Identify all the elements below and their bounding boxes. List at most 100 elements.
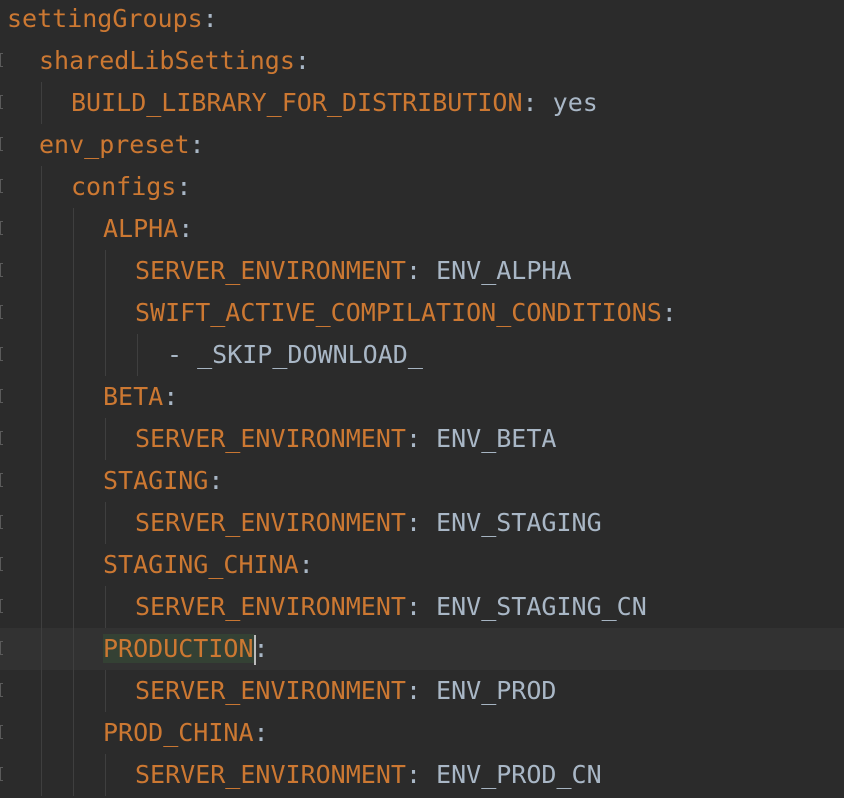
fold-marker-icon[interactable] bbox=[0, 95, 3, 109]
yaml-colon: : bbox=[405, 760, 421, 789]
code-text: STAGING: bbox=[103, 460, 223, 502]
fold-marker-icon[interactable] bbox=[0, 473, 3, 487]
fold-marker-icon[interactable] bbox=[0, 263, 3, 277]
yaml-colon: : bbox=[208, 466, 224, 495]
yaml-key: SERVER_ENVIRONMENT bbox=[135, 592, 406, 621]
indent-guide bbox=[41, 166, 42, 208]
indent-guide bbox=[105, 670, 106, 712]
fold-marker-icon[interactable] bbox=[0, 557, 3, 571]
code-line[interactable]: env_preset: bbox=[0, 124, 844, 166]
fold-marker-icon[interactable] bbox=[0, 599, 3, 613]
yaml-value: ENV_STAGING bbox=[421, 508, 602, 537]
fold-marker-icon[interactable] bbox=[0, 179, 3, 193]
code-line[interactable]: SERVER_ENVIRONMENT: ENV_BETA bbox=[0, 418, 844, 460]
code-text: SERVER_ENVIRONMENT: ENV_ALPHA bbox=[135, 250, 572, 292]
yaml-colon: : bbox=[298, 550, 314, 579]
yaml-key: SERVER_ENVIRONMENT bbox=[135, 508, 406, 537]
indent-guide bbox=[73, 460, 74, 502]
yaml-colon: : bbox=[405, 424, 421, 453]
code-text: PROD_CHINA: bbox=[103, 712, 269, 754]
yaml-colon: : bbox=[405, 592, 421, 621]
fold-marker-icon[interactable] bbox=[0, 725, 3, 739]
code-text: SERVER_ENVIRONMENT: ENV_BETA bbox=[135, 418, 556, 460]
indent-guide bbox=[73, 208, 74, 250]
code-text: BUILD_LIBRARY_FOR_DISTRIBUTION: yes bbox=[71, 82, 598, 124]
code-line[interactable]: configs: bbox=[0, 166, 844, 208]
yaml-value: yes bbox=[537, 88, 598, 117]
yaml-key: BUILD_LIBRARY_FOR_DISTRIBUTION bbox=[71, 88, 523, 117]
code-line[interactable]: BETA: bbox=[0, 376, 844, 418]
code-text: sharedLibSettings: bbox=[39, 40, 310, 82]
indent-guide bbox=[73, 628, 74, 670]
code-line[interactable]: STAGING_CHINA: bbox=[0, 544, 844, 586]
fold-marker-icon[interactable] bbox=[0, 389, 3, 403]
code-text: STAGING_CHINA: bbox=[103, 544, 314, 586]
yaml-colon: : bbox=[405, 676, 421, 705]
fold-marker-icon[interactable] bbox=[0, 641, 3, 655]
yaml-key: configs bbox=[71, 172, 177, 201]
code-line[interactable]: settingGroups: bbox=[0, 0, 844, 40]
indent-guide bbox=[73, 754, 74, 796]
fold-marker-icon[interactable] bbox=[0, 767, 3, 781]
code-line[interactable]: sharedLibSettings: bbox=[0, 40, 844, 82]
yaml-key: SERVER_ENVIRONMENT bbox=[135, 760, 406, 789]
code-text: SWIFT_ACTIVE_COMPILATION_CONDITIONS: bbox=[135, 292, 677, 334]
code-line[interactable]: SERVER_ENVIRONMENT: ENV_PROD bbox=[0, 670, 844, 712]
indent-guide bbox=[41, 544, 42, 586]
yaml-key: PROD_CHINA bbox=[103, 718, 254, 747]
indent-guide bbox=[41, 628, 42, 670]
indent-guide bbox=[105, 250, 106, 292]
yaml-colon: : bbox=[178, 214, 194, 243]
yaml-colon: : bbox=[253, 718, 269, 747]
code-text: SERVER_ENVIRONMENT: ENV_STAGING_CN bbox=[135, 586, 647, 628]
yaml-key: SERVER_ENVIRONMENT bbox=[135, 424, 406, 453]
fold-marker-icon[interactable] bbox=[0, 347, 3, 361]
code-line[interactable]: SWIFT_ACTIVE_COMPILATION_CONDITIONS: bbox=[0, 292, 844, 334]
code-line[interactable]: SERVER_ENVIRONMENT: ENV_STAGING bbox=[0, 502, 844, 544]
indent-guide bbox=[41, 208, 42, 250]
indent-guide bbox=[41, 502, 42, 544]
yaml-value: ENV_PROD bbox=[421, 676, 557, 705]
indent-guide bbox=[41, 670, 42, 712]
code-line[interactable]: SERVER_ENVIRONMENT: ENV_PROD_CN bbox=[0, 754, 844, 796]
code-line[interactable]: SERVER_ENVIRONMENT: ENV_STAGING_CN bbox=[0, 586, 844, 628]
yaml-colon: : bbox=[176, 172, 192, 201]
indent-guide bbox=[41, 712, 42, 754]
code-line[interactable]: PRODUCTION: bbox=[0, 628, 844, 670]
fold-marker-icon[interactable] bbox=[0, 221, 3, 235]
indent-guide bbox=[41, 250, 42, 292]
code-line[interactable]: BUILD_LIBRARY_FOR_DISTRIBUTION: yes bbox=[0, 82, 844, 124]
code-text: SERVER_ENVIRONMENT: ENV_STAGING bbox=[135, 502, 602, 544]
indent-guide bbox=[41, 418, 42, 460]
indent-guide bbox=[105, 418, 106, 460]
fold-marker-icon[interactable] bbox=[0, 305, 3, 319]
code-text: configs: bbox=[71, 166, 191, 208]
indent-guide bbox=[41, 754, 42, 796]
code-line[interactable]: PROD_CHINA: bbox=[0, 712, 844, 754]
code-line[interactable]: SERVER_ENVIRONMENT: ENV_ALPHA bbox=[0, 250, 844, 292]
fold-marker-icon[interactable] bbox=[0, 137, 3, 151]
fold-marker-icon[interactable] bbox=[0, 53, 3, 67]
indent-guide bbox=[73, 544, 74, 586]
indent-guide bbox=[105, 502, 106, 544]
yaml-key: ALPHA bbox=[103, 214, 179, 243]
yaml-colon: : bbox=[405, 508, 421, 537]
fold-marker-icon[interactable] bbox=[0, 431, 3, 445]
indent-guide bbox=[73, 376, 74, 418]
yaml-key: SERVER_ENVIRONMENT bbox=[135, 256, 406, 285]
indent-guide bbox=[41, 292, 42, 334]
yaml-key: sharedLibSettings bbox=[39, 46, 295, 75]
fold-marker-icon[interactable] bbox=[0, 515, 3, 529]
yaml-colon: : bbox=[253, 634, 269, 663]
fold-marker-icon[interactable] bbox=[0, 683, 3, 697]
code-text: SERVER_ENVIRONMENT: ENV_PROD bbox=[135, 670, 556, 712]
code-text: BETA: bbox=[103, 376, 178, 418]
code-editor[interactable]: settingGroups: sharedLibSettings: BUILD_LI… bbox=[0, 0, 844, 798]
code-line[interactable]: - _SKIP_DOWNLOAD_ bbox=[0, 334, 844, 376]
code-line[interactable]: ALPHA: bbox=[0, 208, 844, 250]
code-text: SERVER_ENVIRONMENT: ENV_PROD_CN bbox=[135, 754, 602, 796]
indent-guide bbox=[41, 376, 42, 418]
yaml-colon: : bbox=[294, 46, 310, 75]
indent-guide bbox=[105, 334, 106, 376]
code-line[interactable]: STAGING: bbox=[0, 460, 844, 502]
